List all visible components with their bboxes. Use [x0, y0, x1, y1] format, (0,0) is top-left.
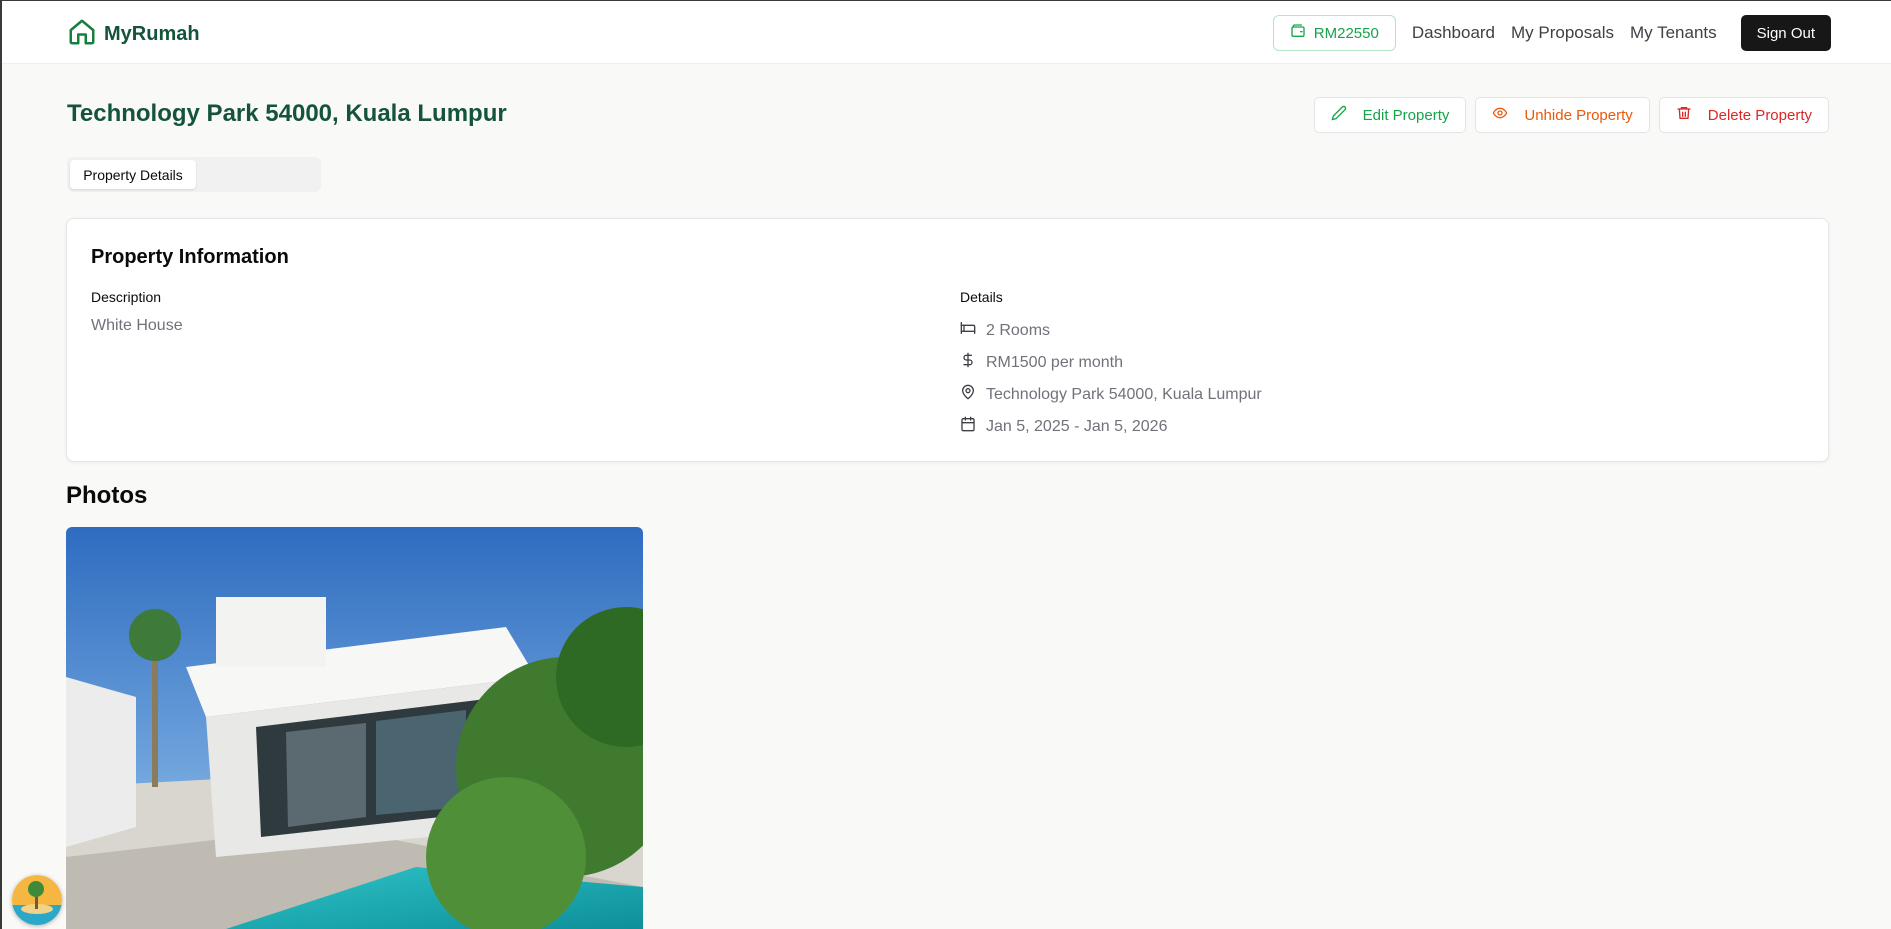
- details-label: Details: [960, 289, 1003, 305]
- property-photo[interactable]: [66, 527, 643, 929]
- unhide-property-label: Unhide Property: [1524, 106, 1633, 124]
- address-text: Technology Park 54000, Kuala Lumpur: [986, 385, 1262, 403]
- top-navbar: MyRumah RM22550 Dashboard My Proposals M…: [2, 1, 1891, 64]
- wallet-balance-button[interactable]: RM22550: [1272, 15, 1396, 51]
- rooms-text: 2 Rooms: [986, 321, 1051, 339]
- card-title: Property Information: [91, 246, 289, 268]
- house-icon: [67, 17, 97, 52]
- tab-property-details[interactable]: Property Details: [70, 160, 196, 189]
- trash-icon: [1676, 105, 1698, 125]
- delete-property-button[interactable]: Delete Property: [1658, 97, 1829, 133]
- dollar-icon: [960, 352, 976, 373]
- description-label: Description: [91, 289, 162, 305]
- map-pin-icon: [960, 384, 976, 405]
- nav-my-proposals[interactable]: My Proposals: [1511, 23, 1614, 43]
- calendar-icon: [960, 416, 976, 437]
- photos-heading: Photos: [66, 482, 148, 509]
- user-avatar[interactable]: [12, 875, 62, 925]
- pencil-icon: [1331, 105, 1353, 125]
- wallet-balance-label: RM22550: [1313, 24, 1379, 42]
- main-nav: RM22550 Dashboard My Proposals My Tenant…: [1272, 15, 1831, 51]
- page-title: Technology Park 54000, Kuala Lumpur: [67, 100, 507, 127]
- sign-out-button[interactable]: Sign Out: [1740, 15, 1831, 51]
- window-frame-left: [0, 0, 2, 929]
- brand-logo[interactable]: MyRumah: [67, 17, 200, 52]
- description-text: White House: [91, 317, 183, 334]
- nav-my-tenants[interactable]: My Tenants: [1630, 23, 1717, 43]
- property-information-card: Property Information Description White H…: [66, 218, 1829, 462]
- app-name: MyRumah: [104, 23, 200, 45]
- eye-icon: [1492, 105, 1514, 125]
- detail-address: Technology Park 54000, Kuala Lumpur: [960, 384, 1262, 405]
- delete-property-label: Delete Property: [1707, 106, 1812, 124]
- detail-dates: Jan 5, 2025 - Jan 5, 2026: [960, 416, 1167, 437]
- bed-icon: [960, 320, 976, 341]
- property-actions: Edit Property Unhide Property Delete Pro…: [1313, 97, 1829, 133]
- detail-price: RM1500 per month: [960, 352, 1123, 373]
- wallet-icon: [1290, 23, 1306, 43]
- unhide-property-button[interactable]: Unhide Property: [1475, 97, 1650, 133]
- edit-property-label: Edit Property: [1362, 106, 1450, 124]
- detail-rooms: 2 Rooms: [960, 320, 1050, 341]
- tab-list: Property Details: [67, 157, 321, 192]
- edit-property-button[interactable]: Edit Property: [1313, 97, 1467, 133]
- price-text: RM1500 per month: [986, 353, 1123, 371]
- nav-dashboard[interactable]: Dashboard: [1412, 23, 1495, 43]
- dates-text: Jan 5, 2025 - Jan 5, 2026: [986, 417, 1168, 435]
